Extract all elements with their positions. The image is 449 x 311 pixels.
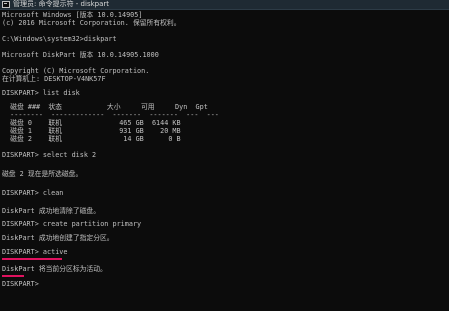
- window-title: 管理员: 命令提示符 - diskpart: [13, 0, 110, 8]
- console-line: Microsoft DiskPart 版本 10.0.14905.1000: [2, 51, 159, 59]
- console-window: 管理员: 命令提示符 - diskpart Microsoft Windows …: [0, 0, 449, 311]
- console-line: DiskPart 将当前分区标为活动。: [2, 265, 107, 273]
- console-line: DiskPart 成功地创建了指定分区。: [2, 234, 114, 242]
- title-bar[interactable]: 管理员: 命令提示符 - diskpart: [0, 0, 449, 10]
- table-row: 磁盘 2 联机 14 GB 0 B: [2, 135, 181, 143]
- command-prompt[interactable]: DISKPART>: [2, 280, 39, 289]
- console-line: 在计算机上: DESKTOP-V4NK57F: [2, 75, 106, 83]
- console-output[interactable]: Microsoft Windows [版本 10.0.14905] (c) 20…: [2, 11, 447, 309]
- console-line: DISKPART> select disk 2: [2, 151, 97, 159]
- highlight-underline: [2, 275, 24, 277]
- console-line: 磁盘 2 现在是所选磁盘。: [2, 170, 83, 178]
- console-line: DiskPart 成功地清除了磁盘。: [2, 207, 101, 215]
- highlight-underline: [2, 258, 62, 260]
- console-line: DISKPART> clean: [2, 189, 64, 197]
- console-line: DISKPART> list disk: [2, 89, 80, 97]
- console-line: DISKPART> active: [2, 248, 68, 256]
- console-line: (c) 2016 Microsoft Corporation. 保留所有权利。: [2, 19, 181, 27]
- console-line: C:\Windows\system32>diskpart: [2, 35, 117, 43]
- console-line: DISKPART> create partition primary: [2, 220, 142, 228]
- cmd-icon: [2, 1, 10, 8]
